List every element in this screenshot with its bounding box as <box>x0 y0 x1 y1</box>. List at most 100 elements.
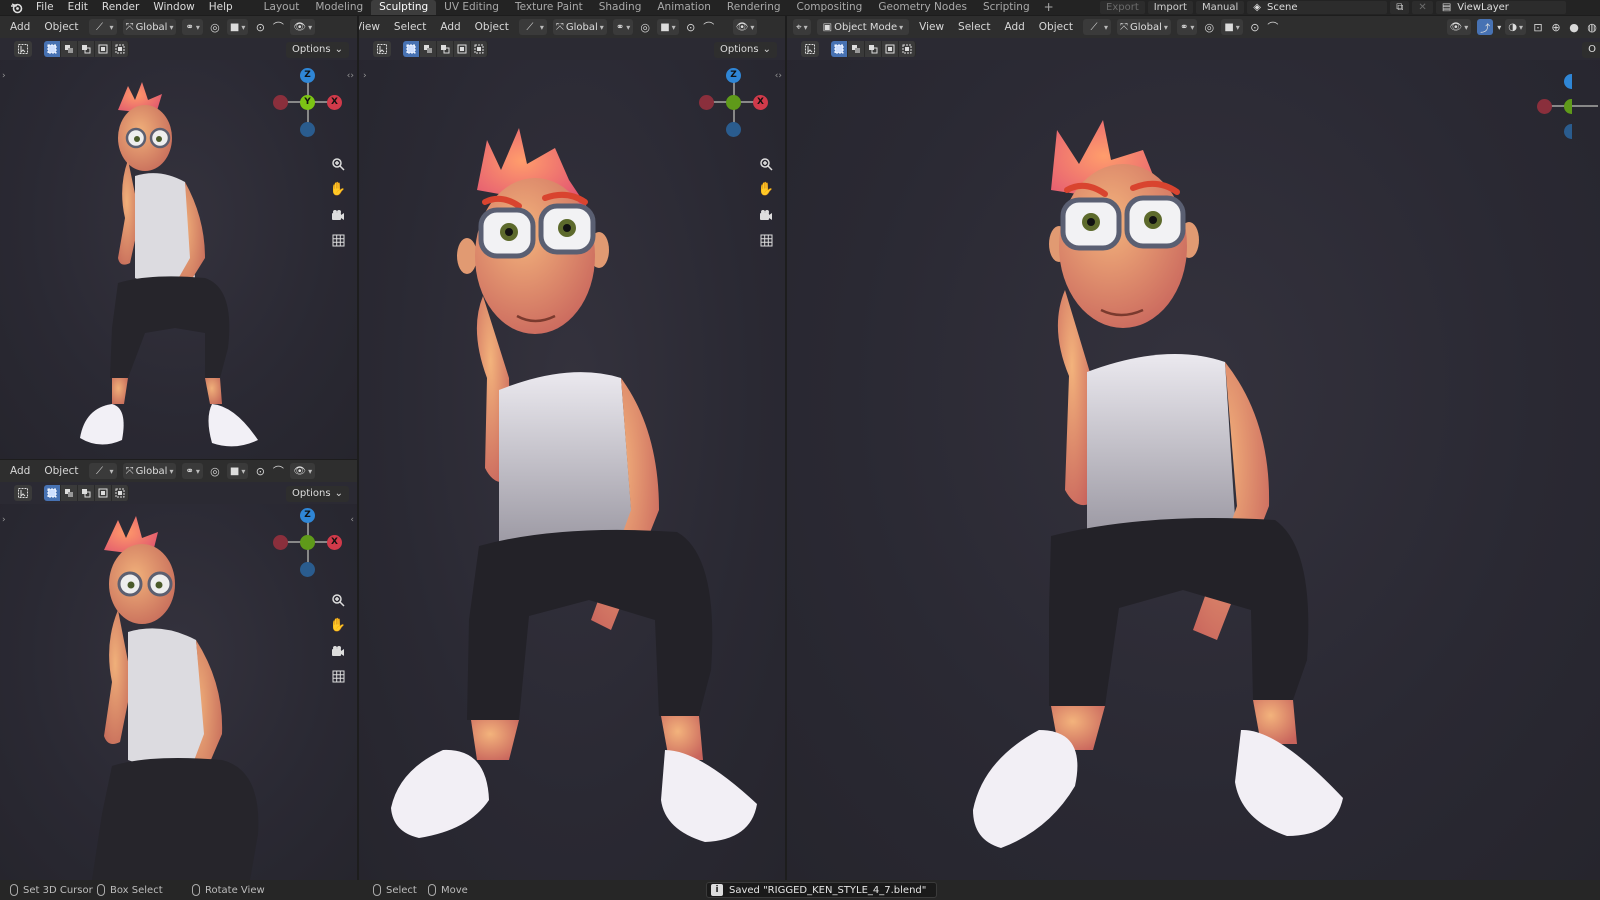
gizmo-neg-z-axis[interactable] <box>1564 124 1572 139</box>
visibility-dropdown[interactable]: 👁 ▾ <box>290 463 316 479</box>
mode-dropdown[interactable]: ▣ Object Mode ▾ <box>816 19 910 35</box>
shading-dropdown[interactable]: ■ ▾ <box>657 19 679 35</box>
overlay-dropdown[interactable]: ◑ ▾ <box>1505 19 1526 35</box>
proportional-icon[interactable]: ◎ <box>208 464 222 478</box>
select-intersect-icon[interactable] <box>471 41 488 57</box>
gizmo-neg-x-axis[interactable] <box>273 535 288 550</box>
pan-hand-icon[interactable]: ✋ <box>328 615 348 635</box>
manual-button[interactable]: Manual <box>1195 1 1245 14</box>
pan-hand-icon[interactable]: ✋ <box>328 179 348 199</box>
editor-type-dropdown[interactable]: ⌖ ▾ <box>793 19 811 35</box>
select-extend-icon[interactable] <box>848 41 865 57</box>
camera-icon[interactable] <box>328 641 348 661</box>
select-subtract-icon[interactable] <box>437 41 454 57</box>
menu-render[interactable]: Render <box>95 0 146 15</box>
object-menu[interactable]: Object <box>38 16 84 38</box>
orientation-dropdown[interactable]: ⤧ Global ▾ <box>122 19 177 35</box>
scene-close-icon[interactable]: ✕ <box>1412 1 1433 14</box>
gizmo-z-axis[interactable]: Z <box>300 68 315 83</box>
toolbar-expand-icon[interactable]: › <box>2 515 6 525</box>
gizmo-x-axis[interactable]: X <box>327 535 342 550</box>
gizmo-neg-x-axis[interactable] <box>1537 99 1552 114</box>
grid-icon[interactable] <box>328 666 348 686</box>
tab-layout[interactable]: Layout <box>256 0 308 15</box>
tab-rendering[interactable]: Rendering <box>719 0 789 15</box>
select-subtract-icon[interactable] <box>865 41 882 57</box>
scene-copy-icon[interactable]: ⧉ <box>1390 1 1410 14</box>
options-button[interactable]: O <box>1582 42 1600 58</box>
orientation-dropdown[interactable]: ⤧ Global ▾ <box>122 463 177 479</box>
saved-notification[interactable]: i Saved "RIGGED_KEN_STYLE_4_7.blend" <box>706 882 938 898</box>
zoom-icon[interactable] <box>328 590 348 610</box>
gizmo-z-axis[interactable]: Z <box>300 508 315 523</box>
gizmo-x-axis[interactable]: X <box>327 95 342 110</box>
camera-icon[interactable] <box>328 205 348 225</box>
view-menu[interactable]: View <box>359 16 386 38</box>
transform-pivot-dropdown[interactable]: ⟋ ▾ <box>88 19 117 35</box>
tab-geometry-nodes[interactable]: Geometry Nodes <box>870 0 975 15</box>
snap-dropdown[interactable]: ⚭ ▾ <box>182 463 203 479</box>
gizmo-toggle[interactable]: ⤴ <box>1477 19 1494 35</box>
tab-compositing[interactable]: Compositing <box>789 0 871 15</box>
viewport-right[interactable]: ⌖ ▾ ▣ Object Mode ▾ View Select Add Object … <box>787 16 1600 880</box>
menu-help[interactable]: Help <box>202 0 240 15</box>
menu-edit[interactable]: Edit <box>61 0 95 15</box>
grid-icon[interactable] <box>756 230 776 250</box>
proportional-icon[interactable]: ◎ <box>638 20 652 34</box>
options-button[interactable]: Options ⌄ <box>286 42 349 58</box>
transform-pivot-dropdown[interactable]: ⟋ ▾ <box>518 19 547 35</box>
zoom-icon[interactable] <box>756 154 776 174</box>
export-button[interactable]: Export <box>1100 1 1145 14</box>
viewport-middle[interactable]: View Select Add Object ⟋▾ ⤧Global▾ ⚭▾ ◎ … <box>359 16 785 880</box>
select-new-icon[interactable] <box>44 41 61 57</box>
falloff-dot-icon[interactable]: ⊙ <box>1248 20 1262 34</box>
falloff-curve-icon[interactable]: ⌒ <box>271 20 285 34</box>
navigation-gizmo[interactable]: Z Y X <box>268 66 348 146</box>
select-invert-icon[interactable] <box>95 485 112 501</box>
import-button[interactable]: Import <box>1147 1 1193 14</box>
falloff-curve-icon[interactable]: ⌒ <box>702 20 716 34</box>
gizmo-neg-x-axis[interactable] <box>273 95 288 110</box>
transform-pivot-dropdown[interactable]: ⟋ ▾ <box>88 463 117 479</box>
object-menu[interactable]: Object <box>469 16 515 38</box>
select-new-icon[interactable] <box>831 41 848 57</box>
select-new-icon[interactable] <box>403 41 420 57</box>
select-extend-icon[interactable] <box>61 485 78 501</box>
select-tool-icon[interactable] <box>801 41 819 57</box>
select-menu[interactable]: Select <box>952 16 996 38</box>
add-menu[interactable]: Add <box>4 460 36 482</box>
sidebar-expand-icon[interactable]: ‹ <box>350 515 354 525</box>
select-tool-icon[interactable] <box>373 41 391 57</box>
blender-logo-icon[interactable] <box>9 1 23 15</box>
view-menu[interactable]: View <box>913 16 950 38</box>
falloff-curve-icon[interactable]: ⌒ <box>1266 20 1280 34</box>
area-divider[interactable] <box>357 16 359 880</box>
add-menu[interactable]: Add <box>998 16 1030 38</box>
menu-file[interactable]: File <box>29 0 61 15</box>
visibility-dropdown[interactable]: 👁 ▾ <box>732 19 758 35</box>
options-button[interactable]: Options ⌄ <box>286 486 349 502</box>
menu-window[interactable]: Window <box>146 0 201 15</box>
wireframe-shading-icon[interactable]: ⊕ <box>1549 20 1563 34</box>
pan-hand-icon[interactable]: ✋ <box>756 179 776 199</box>
scene-selector[interactable]: ◈ Scene <box>1247 1 1388 14</box>
visibility-dropdown[interactable]: 👁 ▾ <box>1446 19 1472 35</box>
object-menu[interactable]: Object <box>1033 16 1079 38</box>
viewport-canvas[interactable] <box>359 60 785 880</box>
tab-scripting[interactable]: Scripting <box>975 0 1038 15</box>
select-tool-icon[interactable] <box>14 41 32 57</box>
snap-dropdown[interactable]: ⚭ ▾ <box>1176 19 1198 35</box>
add-menu[interactable]: Add <box>4 16 36 38</box>
gizmo-y-axis[interactable]: Y <box>300 95 315 110</box>
viewport-canvas[interactable] <box>787 60 1600 880</box>
transform-pivot-dropdown[interactable]: ⟋ ▾ <box>1083 19 1112 35</box>
select-subtract-icon[interactable] <box>78 485 95 501</box>
select-intersect-icon[interactable] <box>112 41 129 57</box>
add-menu[interactable]: Add <box>434 16 466 38</box>
solid-shading-icon[interactable]: ● <box>1567 20 1581 34</box>
sidebar-expand-icon[interactable]: ‹› <box>775 71 782 81</box>
area-divider[interactable] <box>0 459 357 460</box>
viewport-top-left[interactable]: Add Object ⟋ ▾ ⤧ Global ▾ ⚭ ▾ ◎ ■ ▾ ⊙ ⌒ 👁 ▾ Op… <box>0 16 357 459</box>
gizmo-neg-z-axis[interactable] <box>726 122 741 137</box>
select-subtract-icon[interactable] <box>78 41 95 57</box>
